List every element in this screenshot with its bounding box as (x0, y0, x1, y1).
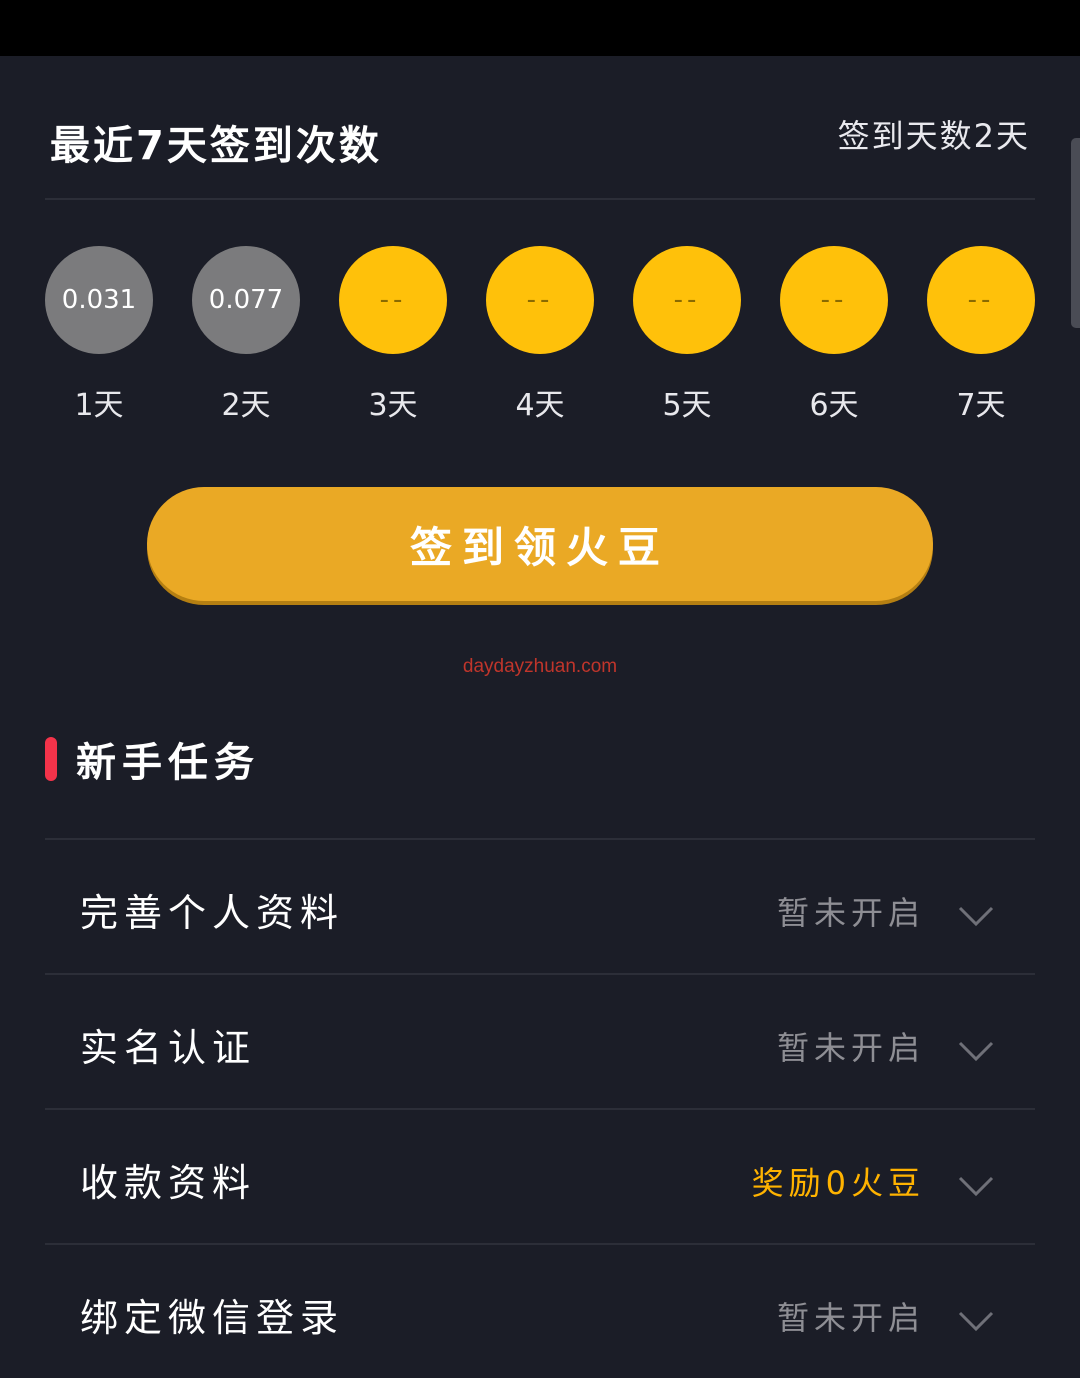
day-item: 0.031 1天 (45, 246, 153, 426)
signin-days-row: 0.031 1天 0.077 2天 -- 3天 -- 4天 -- 5天 -- 6… (45, 246, 1035, 426)
day-label: 1天 (74, 388, 124, 423)
signin-header: 最近7天签到次数 签到天数2天 (45, 95, 1035, 200)
task-list: 完善个人资料 暂未开启 实名认证 暂未开启 收款资料 奖励0火豆 绑定微信登录 … (45, 838, 1035, 1378)
chevron-down-icon[interactable] (957, 1166, 995, 1204)
day-coin: 0.077 (192, 246, 300, 354)
task-item-verification[interactable]: 实名认证 暂未开启 (45, 973, 1035, 1108)
task-item-wechat[interactable]: 绑定微信登录 暂未开启 (45, 1243, 1035, 1378)
task-status: 暂未开启 (776, 1029, 925, 1067)
task-reward: 奖励0火豆 (751, 1164, 925, 1202)
day-coin: -- (633, 246, 741, 354)
signin-title: 最近7天签到次数 (50, 123, 382, 169)
scrollbar[interactable] (1071, 138, 1080, 328)
chevron-down-icon[interactable] (957, 1301, 995, 1339)
day-coin: -- (780, 246, 888, 354)
day-item: -- 6天 (780, 246, 888, 426)
signin-day-count: 签到天数2天 (837, 117, 1030, 155)
day-coin: -- (927, 246, 1035, 354)
task-item-payment[interactable]: 收款资料 奖励0火豆 (45, 1108, 1035, 1243)
day-label: 3天 (368, 388, 418, 423)
signin-button[interactable]: 签到领火豆 (147, 487, 933, 601)
day-coin: -- (486, 246, 594, 354)
day-label: 5天 (662, 388, 712, 423)
day-item: 0.077 2天 (192, 246, 300, 426)
task-name: 完善个人资料 (80, 891, 345, 935)
task-name: 绑定微信登录 (80, 1296, 345, 1340)
chevron-down-icon[interactable] (957, 1031, 995, 1069)
task-status: 暂未开启 (776, 1299, 925, 1337)
task-name: 收款资料 (80, 1161, 257, 1205)
day-item: -- 4天 (486, 246, 594, 426)
watermark: daydayzhuan.com (462, 656, 618, 677)
day-coin: 0.031 (45, 246, 153, 354)
day-item: -- 7天 (927, 246, 1035, 426)
day-item: -- 5天 (633, 246, 741, 426)
task-status: 暂未开启 (776, 894, 925, 932)
day-label: 6天 (809, 388, 859, 423)
task-item-profile[interactable]: 完善个人资料 暂未开启 (45, 838, 1035, 973)
day-label: 4天 (515, 388, 565, 423)
chevron-down-icon[interactable] (957, 896, 995, 934)
day-item: -- 3天 (339, 246, 447, 426)
day-coin: -- (339, 246, 447, 354)
section-accent-bar (45, 737, 57, 781)
day-label: 7天 (956, 388, 1006, 423)
section-title: 新手任务 (76, 740, 260, 786)
task-name: 实名认证 (80, 1026, 257, 1070)
status-bar (0, 0, 1080, 56)
day-label: 2天 (221, 388, 271, 423)
